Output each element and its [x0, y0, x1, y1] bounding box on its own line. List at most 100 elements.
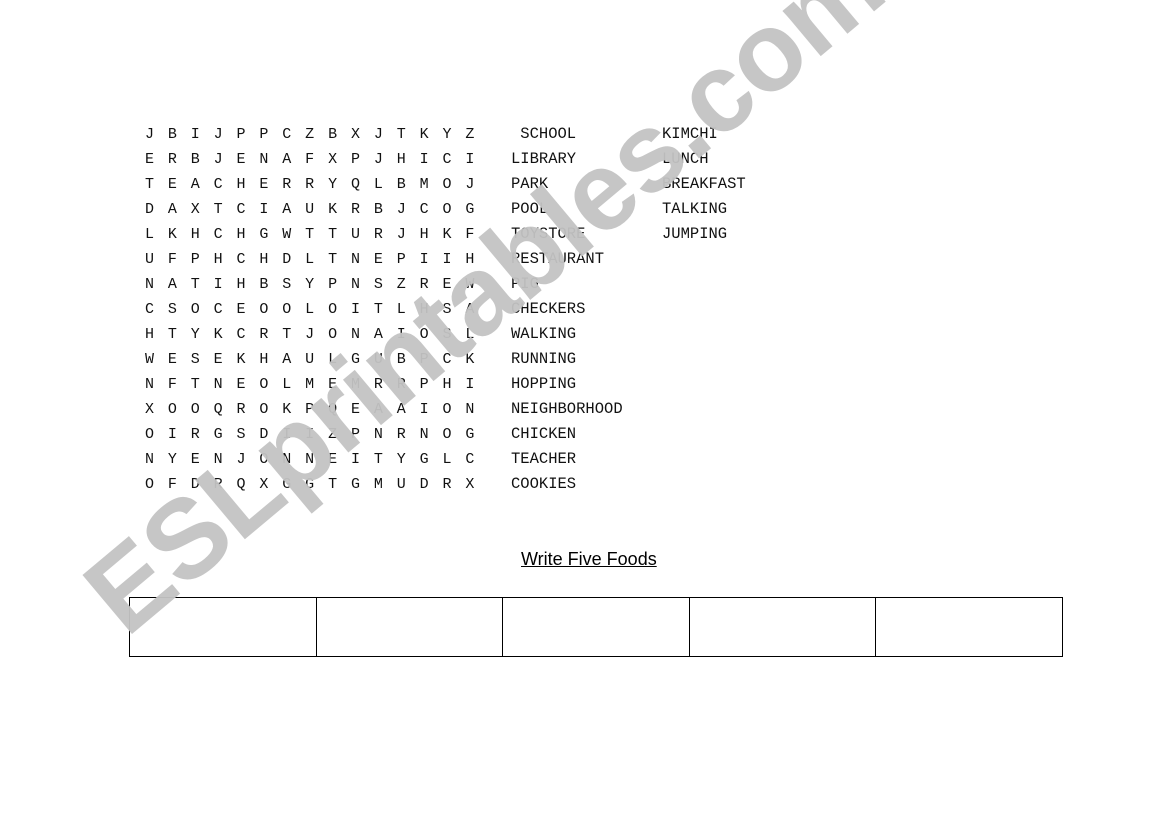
grid-letter: R: [190, 426, 200, 443]
word-list-item: WALKING: [511, 325, 577, 343]
grid-letter: K: [419, 126, 429, 143]
grid-letter: T: [328, 251, 338, 268]
grid-row: CSOCEOOLOITLHSA: [138, 297, 481, 322]
grid-letter: O: [282, 301, 292, 318]
grid-letter: O: [442, 401, 452, 418]
grid-letter: E: [259, 176, 269, 193]
grid-letter: A: [282, 201, 292, 218]
grid-letter: I: [419, 401, 429, 418]
grid-letter: A: [190, 176, 200, 193]
grid-letter: P: [328, 276, 338, 293]
grid-letter: X: [350, 126, 360, 143]
grid-letter: T: [190, 276, 200, 293]
grid-letter: I: [350, 451, 360, 468]
grid-letter: I: [419, 251, 429, 268]
food-answer-box-4[interactable]: [688, 597, 877, 657]
food-answer-box-3[interactable]: [502, 597, 690, 657]
grid-letter: E: [328, 451, 338, 468]
grid-letter: O: [144, 426, 154, 443]
grid-letter: I: [259, 201, 269, 218]
grid-letter: S: [282, 276, 292, 293]
word-list-item: POOL: [511, 200, 549, 218]
grid-letter: G: [350, 351, 360, 368]
grid-letter: E: [373, 251, 383, 268]
grid-letter: N: [373, 426, 383, 443]
grid-letter: C: [282, 126, 292, 143]
grid-letter: J: [373, 126, 383, 143]
grid-letter: L: [442, 451, 452, 468]
grid-letter: I: [213, 276, 223, 293]
grid-letter: G: [282, 476, 292, 493]
grid-letter: F: [167, 476, 177, 493]
grid-letter: Z: [305, 126, 315, 143]
grid-row: JBIJPPCZBXJTKYZ: [138, 122, 481, 147]
grid-letter: G: [465, 426, 475, 443]
grid-letter: N: [350, 276, 360, 293]
grid-letter: S: [442, 326, 452, 343]
food-answer-box-5[interactable]: [875, 597, 1063, 657]
grid-letter: B: [396, 176, 406, 193]
grid-letter: U: [305, 351, 315, 368]
grid-letter: L: [282, 376, 292, 393]
grid-letter: G: [213, 426, 223, 443]
grid-letter: N: [282, 451, 292, 468]
grid-letter: R: [167, 151, 177, 168]
word-list-item: BREAKFAST: [662, 175, 746, 193]
grid-letter: F: [167, 376, 177, 393]
grid-letter: S: [373, 276, 383, 293]
grid-letter: Y: [305, 276, 315, 293]
grid-letter: I: [167, 426, 177, 443]
grid-letter: T: [305, 226, 315, 243]
grid-letter: O: [442, 176, 452, 193]
grid-row: OIRGSDIIZPNRNOG: [138, 422, 481, 447]
grid-letter: C: [213, 226, 223, 243]
grid-letter: O: [167, 401, 177, 418]
grid-letter: T: [167, 326, 177, 343]
grid-letter: H: [213, 251, 223, 268]
grid-letter: A: [167, 201, 177, 218]
grid-letter: N: [305, 451, 315, 468]
grid-letter: T: [328, 226, 338, 243]
word-list-2: KIMCHI LUNCH BREAKFAST TALKING JUMPING: [662, 122, 746, 247]
grid-letter: K: [167, 226, 177, 243]
grid-letter: L: [328, 351, 338, 368]
grid-letter: U: [305, 201, 315, 218]
grid-letter: D: [419, 476, 429, 493]
word-list-item: RUNNING: [511, 350, 577, 368]
grid-letter: A: [465, 301, 475, 318]
grid-letter: W: [144, 351, 154, 368]
grid-letter: N: [213, 451, 223, 468]
grid-letter: K: [465, 351, 475, 368]
grid-letter: L: [305, 251, 315, 268]
grid-letter: E: [190, 451, 200, 468]
grid-letter: H: [236, 176, 246, 193]
grid-letter: P: [419, 351, 429, 368]
grid-letter: B: [259, 276, 269, 293]
food-answer-box-2[interactable]: [315, 597, 504, 657]
grid-letter: Y: [396, 451, 406, 468]
grid-row: OFDRQXGGTGMUDRX: [138, 472, 481, 497]
grid-letter: B: [328, 126, 338, 143]
grid-letter: R: [350, 201, 360, 218]
grid-letter: K: [236, 351, 246, 368]
grid-letter: N: [259, 151, 269, 168]
grid-letter: B: [373, 201, 383, 218]
grid-letter: P: [396, 251, 406, 268]
grid-letter: X: [190, 201, 200, 218]
grid-letter: N: [419, 426, 429, 443]
grid-letter: Q: [213, 401, 223, 418]
grid-letter: N: [350, 251, 360, 268]
grid-letter: G: [259, 226, 269, 243]
word-list-item: JUMPING: [662, 225, 728, 243]
grid-letter: O: [190, 301, 200, 318]
grid-letter: L: [305, 301, 315, 318]
word-list-item: HOPPING: [511, 375, 577, 393]
grid-letter: O: [259, 401, 269, 418]
grid-letter: P: [236, 126, 246, 143]
grid-letter: J: [305, 326, 315, 343]
grid-letter: G: [350, 476, 360, 493]
grid-letter: F: [167, 251, 177, 268]
food-answer-box-1[interactable]: [129, 597, 317, 657]
write-five-foods-heading: Write Five Foods: [521, 549, 657, 569]
grid-letter: J: [144, 126, 154, 143]
